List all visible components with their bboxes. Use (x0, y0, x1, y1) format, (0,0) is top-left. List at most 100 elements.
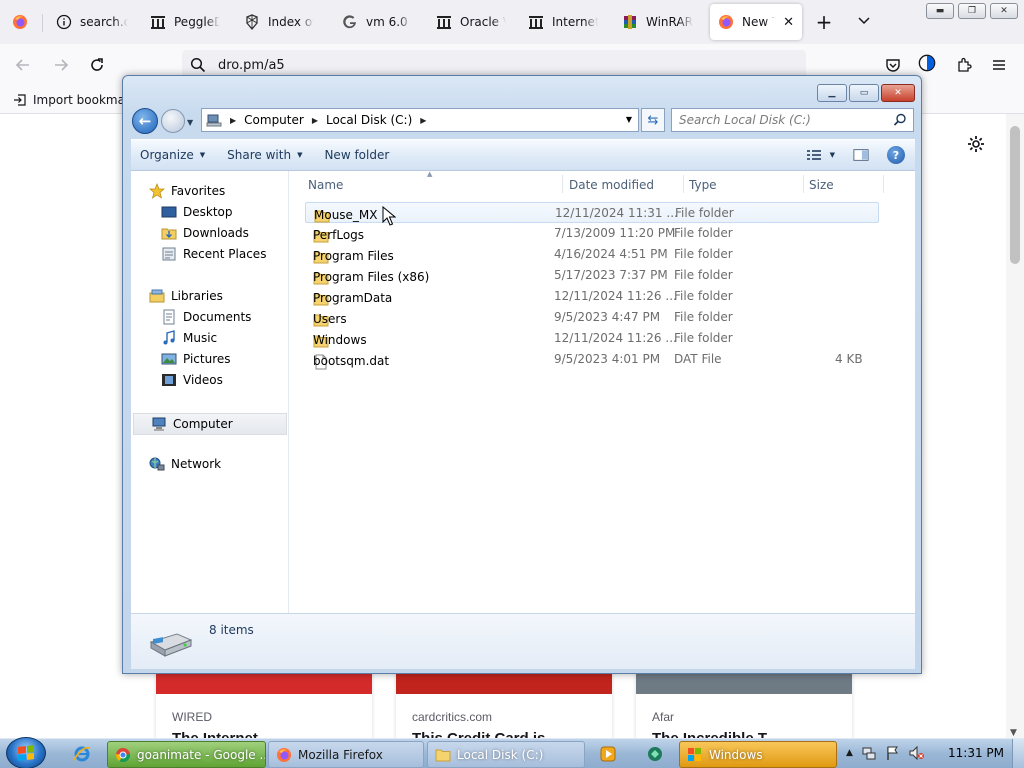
import-bookmarks-button[interactable]: Import bookmark (12, 92, 137, 108)
nav-recent-places[interactable]: Recent Places (161, 246, 266, 262)
taskbar-google-chrome[interactable]: goanimate - Google ... (107, 741, 266, 768)
browser-tab-internet-archive[interactable]: Internet A (520, 4, 606, 40)
app-icon[interactable] (645, 744, 665, 764)
organize-button[interactable]: Organize ▼ (131, 140, 214, 170)
back-button[interactable] (14, 56, 32, 74)
search-input[interactable]: Search Local Disk (C:) (671, 108, 914, 132)
new-folder-label: New folder (324, 148, 390, 162)
column-divider[interactable] (562, 175, 563, 193)
browser-tab-new-tab[interactable]: New T ✕ (710, 4, 802, 40)
nav-computer[interactable]: Computer (133, 413, 287, 435)
chevron-right-icon[interactable]: ▶ (312, 116, 318, 125)
file-name: Users (313, 312, 347, 326)
refresh-button[interactable]: ⇆ (641, 108, 665, 132)
nav-pictures[interactable]: Pictures (161, 351, 231, 367)
new-folder-button[interactable]: New folder (315, 140, 398, 170)
tab-title: vm 6.0 do (366, 15, 412, 29)
new-tab-button[interactable]: + (812, 10, 836, 34)
help-icon[interactable]: ? (887, 146, 905, 164)
column-divider[interactable] (883, 175, 884, 193)
forward-button[interactable] (161, 109, 185, 133)
back-button[interactable]: ← (132, 108, 158, 134)
maximize-button[interactable]: ▭ (849, 84, 879, 102)
list-all-tabs-button[interactable] (856, 12, 872, 30)
chevron-right-icon[interactable]: ▶ (230, 116, 236, 125)
close-button[interactable]: ✕ (990, 3, 1018, 19)
file-row[interactable]: Users 9/5/2023 4:47 PM File folder (305, 307, 879, 328)
browser-tab-oracle[interactable]: Oracle VN (428, 4, 514, 40)
file-row[interactable]: Windows 12/11/2024 11:26 ... File folder (305, 328, 879, 349)
column-size[interactable]: Size (809, 178, 834, 192)
close-icon[interactable]: ✕ (783, 15, 794, 30)
file-row[interactable]: ProgramData 12/11/2024 11:26 ... File fo… (305, 286, 879, 307)
breadcrumb-local-disk[interactable]: Local Disk (C:) (326, 113, 412, 127)
action-center-flag-icon[interactable] (885, 745, 901, 761)
nav-label: Recent Places (183, 247, 267, 261)
nav-documents[interactable]: Documents (161, 309, 251, 325)
nav-desktop[interactable]: Desktop (161, 204, 233, 220)
address-bar[interactable]: ▶ Computer ▶ Local Disk (C:) ▶ ▼ (201, 108, 639, 132)
close-button[interactable]: ✕ (881, 84, 915, 102)
minimize-button[interactable]: ▁ (817, 84, 847, 102)
nav-favorites[interactable]: Favorites (149, 183, 225, 199)
restore-button[interactable]: ❐ (958, 3, 986, 19)
taskbar-mozilla-firefox[interactable]: Mozilla Firefox (268, 741, 424, 768)
chevron-right-icon[interactable]: ▶ (420, 116, 426, 125)
browser-tab-vm[interactable]: vm 6.0 do (334, 4, 420, 40)
file-row[interactable]: bootsqm.dat 9/5/2023 4:01 PM DAT File 4 … (305, 349, 879, 370)
show-hidden-icons-icon[interactable]: ▲ (846, 748, 853, 758)
chevron-down-icon[interactable]: ▼ (626, 115, 632, 124)
story-card[interactable]: WIRED The Internet (156, 672, 372, 740)
share-with-button[interactable]: Share with ▼ (218, 140, 311, 170)
account-button[interactable] (918, 54, 936, 72)
minimize-button[interactable]: ▬ (926, 3, 954, 19)
column-divider[interactable] (683, 175, 684, 193)
browser-tab-index[interactable]: Index of / (236, 4, 322, 40)
nav-videos[interactable]: Videos (161, 372, 223, 388)
scrollbar-thumb[interactable] (1010, 126, 1020, 264)
extensions-button[interactable] (955, 56, 973, 74)
nav-music[interactable]: Music (161, 330, 217, 346)
menu-button[interactable] (990, 56, 1008, 74)
clock[interactable]: 11:31 PM (948, 746, 1004, 760)
story-card[interactable]: Afar The Incredible T (636, 672, 852, 740)
browser-tab-firefox-view[interactable] (4, 4, 40, 40)
network-tray-icon[interactable] (861, 745, 877, 761)
browser-tab-winrar[interactable]: WinRAR (614, 4, 704, 40)
story-card[interactable]: cardcritics.com This Credit Card is (396, 672, 612, 740)
page-scrollbar[interactable]: ▼ (1006, 114, 1024, 740)
tab-title: Oracle VN (460, 15, 506, 29)
taskbar: goanimate - Google ... Mozilla Firefox L… (0, 737, 1024, 768)
column-date-modified[interactable]: Date modified (569, 178, 654, 192)
show-desktop-button[interactable] (1012, 739, 1024, 768)
file-row[interactable]: Program Files 4/16/2024 4:51 PM File fol… (305, 244, 879, 265)
start-button[interactable] (6, 737, 46, 768)
recent-pages-button[interactable]: ▼ (187, 118, 193, 127)
scroll-down-arrow[interactable]: ▼ (1010, 728, 1017, 738)
media-player-icon[interactable] (598, 744, 618, 764)
computer-icon (151, 416, 167, 432)
breadcrumb-computer[interactable]: Computer (244, 113, 304, 127)
internet-explorer-icon[interactable] (72, 744, 92, 764)
gear-icon[interactable] (966, 134, 986, 154)
change-view-button[interactable]: ▼ (806, 147, 835, 163)
file-row[interactable]: Program Files (x86) 5/17/2023 7:37 PM Fi… (305, 265, 879, 286)
browser-tab-search[interactable]: search.co (48, 4, 136, 40)
taskbar-local-disk[interactable]: Local Disk (C:) (427, 741, 585, 768)
reload-button[interactable] (88, 56, 106, 74)
column-name[interactable]: Name (308, 178, 343, 192)
taskbar-windows[interactable]: Windows (679, 741, 837, 768)
preview-pane-icon[interactable] (853, 147, 869, 163)
column-type[interactable]: Type (689, 178, 717, 192)
nav-network[interactable]: Network (149, 456, 221, 472)
nav-libraries[interactable]: Libraries (149, 288, 223, 304)
pocket-button[interactable] (884, 56, 902, 74)
volume-muted-icon[interactable] (909, 745, 925, 761)
column-divider[interactable] (803, 175, 804, 193)
forward-button[interactable] (52, 56, 70, 74)
search-icon[interactable] (893, 113, 907, 130)
nav-downloads[interactable]: Downloads (161, 225, 249, 241)
browser-tab-bar: search.co PeggleDe Index of / vm 6.0 do … (0, 0, 1024, 44)
browser-tab-peggle[interactable]: PeggleDe (142, 4, 228, 40)
libraries-icon (149, 288, 165, 304)
